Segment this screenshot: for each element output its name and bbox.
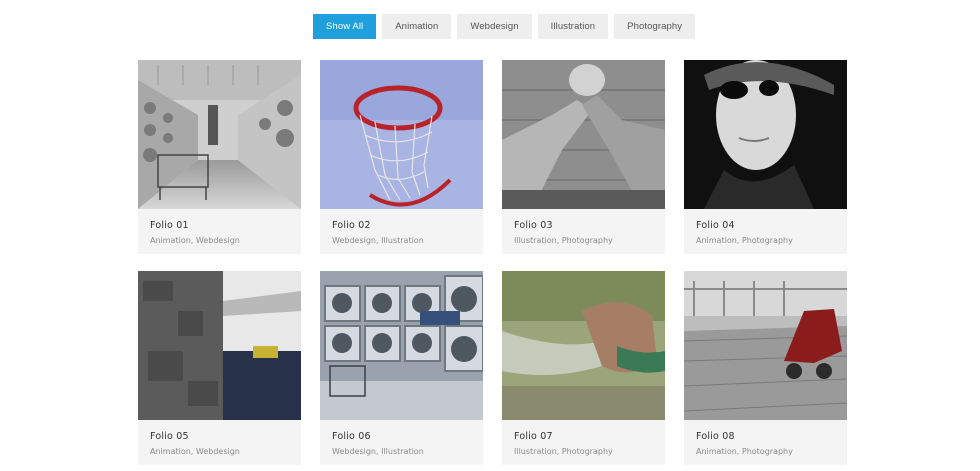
portfolio-item-title[interactable]: Folio 05	[150, 431, 289, 442]
portfolio-item-categories: Illustration, Photography	[514, 447, 613, 456]
portfolio-item[interactable]: Folio 04 Animation, Photography	[684, 60, 847, 254]
filter-animation-button[interactable]: Animation	[382, 14, 452, 39]
portfolio-item[interactable]: Folio 07 Illustration, Photography	[502, 271, 665, 465]
portfolio-item-categories: Illustration, Photography	[514, 236, 613, 245]
portfolio-item-title[interactable]: Folio 01	[150, 220, 289, 231]
filter-show-all-button[interactable]: Show All	[313, 14, 377, 39]
portfolio-item-title[interactable]: Folio 03	[514, 220, 653, 231]
portfolio-item-title[interactable]: Folio 06	[332, 431, 471, 442]
basketball-hoop-photo[interactable]	[320, 60, 483, 209]
portfolio-item[interactable]: Folio 05 Animation, Webdesign	[138, 271, 301, 465]
portfolio-item-title[interactable]: Folio 07	[514, 431, 653, 442]
portfolio-item-title[interactable]: Folio 04	[696, 220, 835, 231]
portfolio-filter-bar: Show All Animation Webdesign Illustratio…	[313, 14, 696, 39]
portfolio-item[interactable]: Folio 08 Animation, Photography	[684, 271, 847, 465]
portfolio-item[interactable]: Folio 06 Webdesign, Illustration	[320, 271, 483, 465]
portfolio-grid: Folio 01 Animation, Webdesign Folio 02 W…	[138, 60, 847, 465]
portfolio-item-categories: Webdesign, Illustration	[332, 447, 424, 456]
wall-jeans-photo[interactable]	[138, 271, 301, 420]
roller-skates-photo[interactable]	[684, 271, 847, 420]
portfolio-item-categories: Webdesign, Illustration	[332, 236, 424, 245]
portfolio-item[interactable]: Folio 03 Illustration, Photography	[502, 60, 665, 254]
filter-photography-button[interactable]: Photography	[614, 14, 696, 39]
filter-illustration-button[interactable]: Illustration	[537, 14, 609, 39]
portfolio-item-categories: Animation, Photography	[696, 236, 793, 245]
sunglasses-portrait-photo[interactable]	[684, 60, 847, 209]
laundromat-photo[interactable]	[138, 60, 301, 209]
filter-webdesign-button[interactable]: Webdesign	[457, 14, 532, 39]
portfolio-item[interactable]: Folio 01 Animation, Webdesign	[138, 60, 301, 254]
garden-hose-photo[interactable]	[502, 271, 665, 420]
portfolio-item-title[interactable]: Folio 08	[696, 431, 835, 442]
laundry-machines-photo[interactable]	[320, 271, 483, 420]
portfolio-item-categories: Animation, Webdesign	[150, 236, 240, 245]
portfolio-item-title[interactable]: Folio 02	[332, 220, 471, 231]
portfolio-item-categories: Animation, Webdesign	[150, 447, 240, 456]
portfolio-item[interactable]: Folio 02 Webdesign, Illustration	[320, 60, 483, 254]
portfolio-item-categories: Animation, Photography	[696, 447, 793, 456]
arm-wrestling-photo[interactable]	[502, 60, 665, 209]
